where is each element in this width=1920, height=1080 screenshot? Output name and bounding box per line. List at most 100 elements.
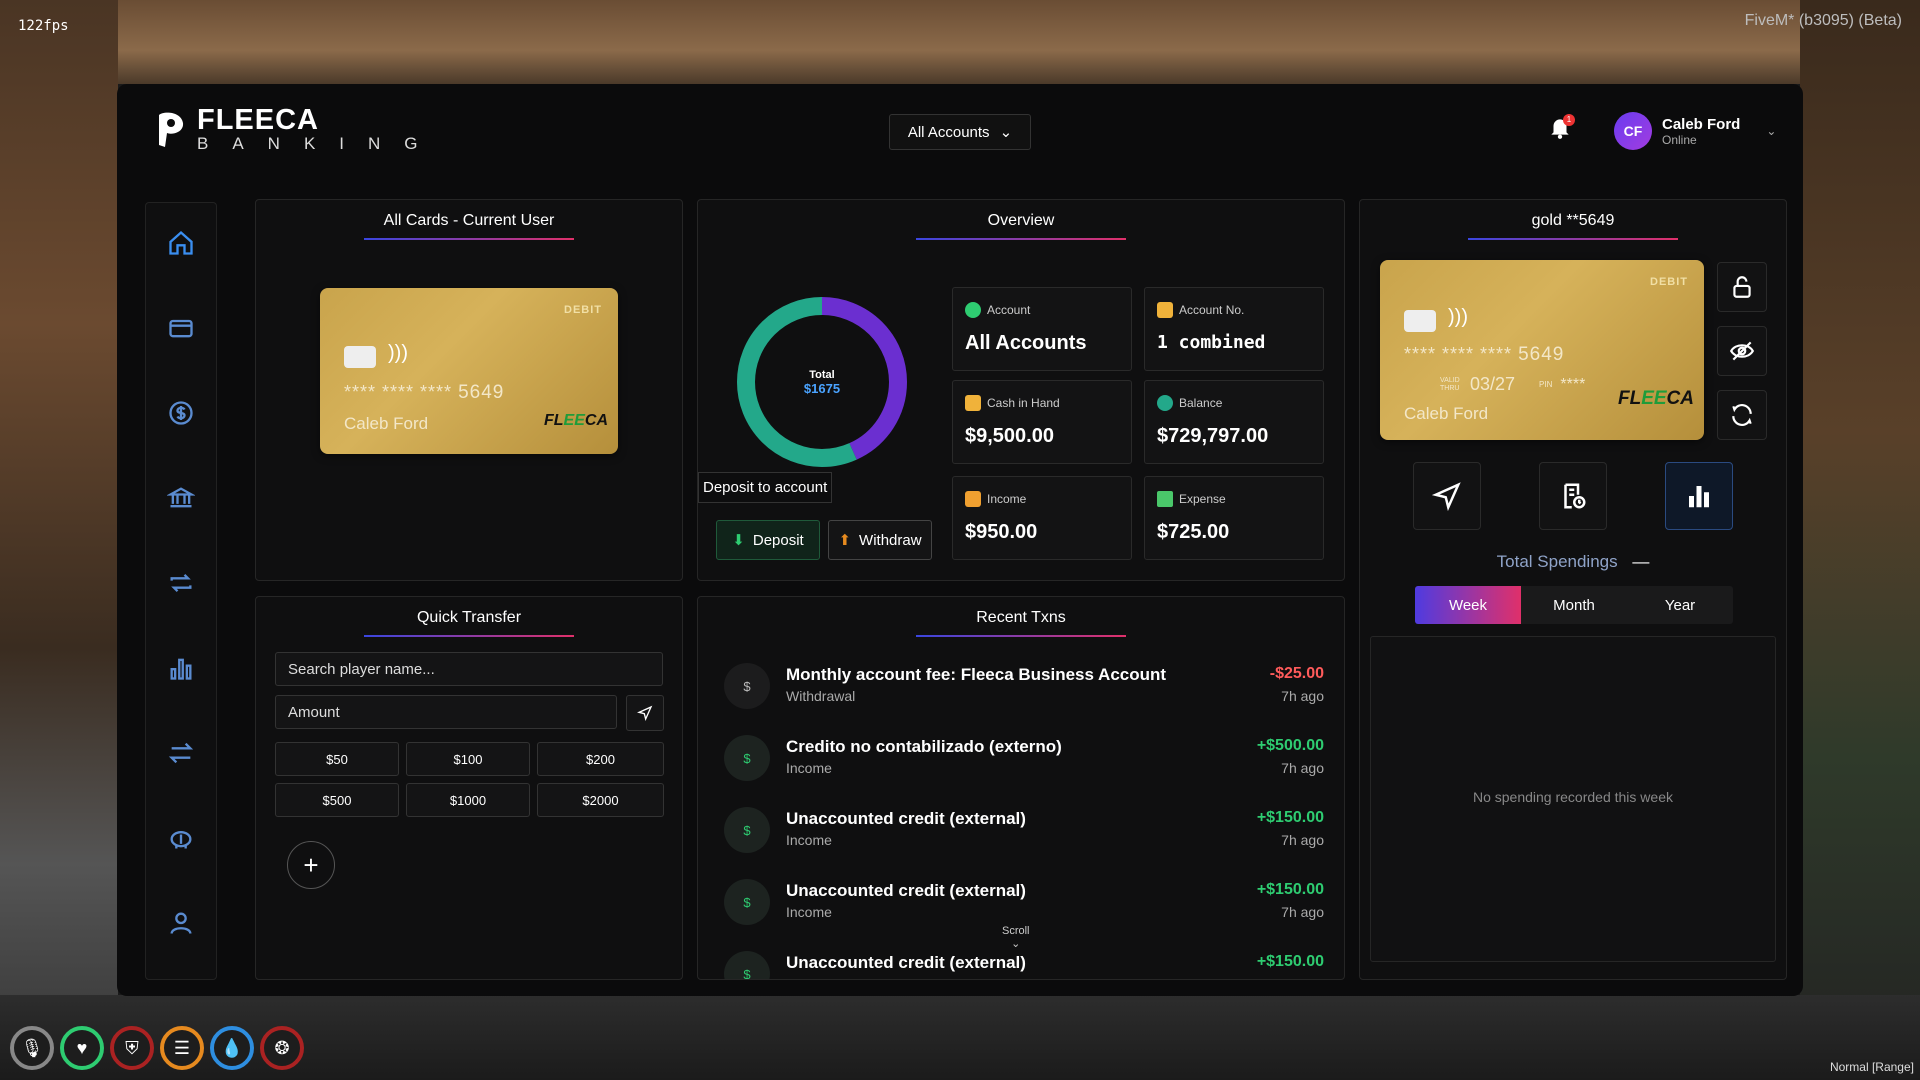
fleeca-logo: FLEECA BANKING [153, 106, 442, 154]
sidebar-item-profile[interactable] [161, 903, 201, 943]
sidebar-item-recurring[interactable] [161, 563, 201, 603]
title-underline [364, 635, 574, 637]
transaction-row[interactable]: $ Unaccounted credit (external) Income +… [724, 873, 1324, 933]
income-icon [965, 491, 981, 507]
fps-counter: 122fps [18, 18, 69, 34]
transaction-row[interactable]: $ Monthly account fee: Fleeca Business A… [724, 657, 1324, 717]
stat-income: Income $950.00 [952, 476, 1132, 560]
withdraw-button[interactable]: ⬆ Withdraw [828, 520, 932, 560]
bar-chart-icon [1689, 486, 1709, 508]
deposit-button[interactable]: ⬇ Deposit [716, 520, 820, 560]
player-search-input[interactable] [275, 652, 663, 686]
refresh-icon [1732, 404, 1752, 426]
user-icon [170, 912, 192, 934]
amount-preset-button[interactable]: $500 [275, 783, 399, 817]
fleeca-logo-icon [159, 112, 184, 147]
notifications-button[interactable]: 1 [1547, 114, 1577, 144]
title-underline [364, 238, 574, 240]
send-transfer-button[interactable] [626, 695, 664, 731]
game-background-left [0, 0, 118, 1080]
card-last4: 5649 [458, 382, 505, 403]
send-icon [1432, 482, 1461, 511]
statement-history-button[interactable] [1539, 462, 1607, 530]
card-detail-panel: gold **5649 DEBIT ))) **** **** **** 564… [1359, 199, 1787, 980]
card-expiry: 03/27 [1470, 374, 1516, 394]
sidebar-item-statistics[interactable] [161, 648, 201, 688]
selected-debit-card[interactable]: DEBIT ))) **** **** **** 5649 VALID THRU… [1380, 260, 1704, 440]
amount-input[interactable] [275, 695, 617, 729]
amount-preset-button[interactable]: $1000 [406, 783, 530, 817]
sidebar [145, 202, 217, 980]
card-type-label: DEBIT [1650, 276, 1688, 288]
transaction-row[interactable]: $ Unaccounted credit (external) +$150.00 [724, 945, 1324, 979]
refresh-card-button[interactable] [1717, 390, 1767, 440]
stat-expense: Expense $725.00 [1144, 476, 1324, 560]
avatar: CF [1614, 112, 1652, 150]
transaction-row[interactable]: $ Credito no contabilizado (externo) Inc… [724, 729, 1324, 789]
lock-card-button[interactable] [1717, 262, 1767, 312]
money-bag-icon [1157, 395, 1173, 411]
amount-preset-button[interactable]: $50 [275, 742, 399, 776]
spending-stats-button[interactable] [1665, 462, 1733, 530]
user-menu[interactable]: CF Caleb Ford Online ⌄ [1614, 112, 1776, 150]
contactless-icon: ))) [388, 342, 408, 364]
sidebar-item-payments[interactable] [161, 393, 201, 433]
hide-details-button[interactable] [1717, 326, 1767, 376]
send-icon [637, 705, 653, 721]
tab-week[interactable]: Week [1415, 586, 1521, 624]
sidebar-item-bank[interactable] [161, 478, 201, 518]
piggybank-icon [170, 831, 192, 849]
account-select[interactable]: All Accounts ⌄ [889, 114, 1031, 150]
contactless-icon: ))) [1448, 306, 1468, 328]
empty-state-message: No spending recorded this week [1472, 789, 1673, 805]
dollar-icon: $ [724, 663, 770, 709]
sidebar-item-cards[interactable] [161, 308, 201, 348]
scroll-hint[interactable]: Scroll ⌄ [1002, 925, 1030, 950]
amount-preset-button[interactable]: $200 [537, 742, 664, 776]
send-money-button[interactable] [1413, 462, 1481, 530]
home-icon [169, 230, 193, 255]
game-background-top [0, 0, 1920, 84]
stat-cash: Cash in Hand $9,500.00 [952, 380, 1132, 464]
health-icon: ♥ [60, 1026, 104, 1070]
account-icon [965, 302, 981, 318]
sidebar-item-transfers[interactable] [161, 733, 201, 773]
tab-month[interactable]: Month [1521, 586, 1627, 624]
status-hud: 🎙 ♥ ⛨ ☰ 💧 ❂ [10, 1026, 304, 1070]
card-holder: Caleb Ford [1404, 404, 1489, 423]
user-status: Online [1662, 132, 1697, 147]
add-contact-button[interactable]: + [287, 841, 335, 889]
debit-card[interactable]: DEBIT ))) **** **** **** 5649 Caleb Ford… [320, 288, 618, 454]
card-last4: 5649 [1518, 344, 1565, 365]
stats-icon [170, 658, 192, 680]
notification-badge: 1 [1563, 114, 1575, 126]
thirst-icon: 💧 [210, 1026, 254, 1070]
sidebar-item-savings[interactable] [161, 818, 201, 858]
dollar-icon [169, 401, 193, 425]
stat-account-number-value: 1 combined [1157, 332, 1266, 353]
build-label: FiveM* (b3095) (Beta) [1744, 12, 1902, 29]
stat-balance: Balance $729,797.00 [1144, 380, 1324, 464]
brand-name: FLEECA [197, 104, 319, 136]
card-type-label: DEBIT [564, 304, 602, 316]
title-underline [1468, 238, 1678, 240]
chevron-down-icon: ⌄ [999, 124, 1013, 141]
transaction-row[interactable]: $ Unaccounted credit (external) Income +… [724, 801, 1324, 861]
sidebar-item-home[interactable] [161, 223, 201, 263]
withdraw-label: Withdraw [859, 531, 922, 549]
balance-donut-chart: Total $1675 [737, 297, 907, 467]
quick-transfer-title: Quick Transfer [416, 609, 522, 626]
amount-preset-button[interactable]: $2000 [537, 783, 664, 817]
title-underline [916, 635, 1126, 637]
stress-icon: ❂ [260, 1026, 304, 1070]
bank-icon [167, 487, 195, 508]
fleeca-card-logo: FLEECA [544, 412, 608, 429]
lock-icon [1733, 276, 1751, 298]
cards-panel: All Cards - Current User DEBIT ))) **** … [255, 199, 683, 581]
banknote-icon [1157, 491, 1173, 507]
amount-preset-button[interactable]: $100 [406, 742, 530, 776]
stat-expense-value: $725.00 [1157, 521, 1230, 543]
cards-panel-title: All Cards - Current User [383, 212, 555, 229]
tab-year[interactable]: Year [1627, 586, 1733, 624]
valid-thru-label: VALID THRU [1440, 376, 1460, 392]
